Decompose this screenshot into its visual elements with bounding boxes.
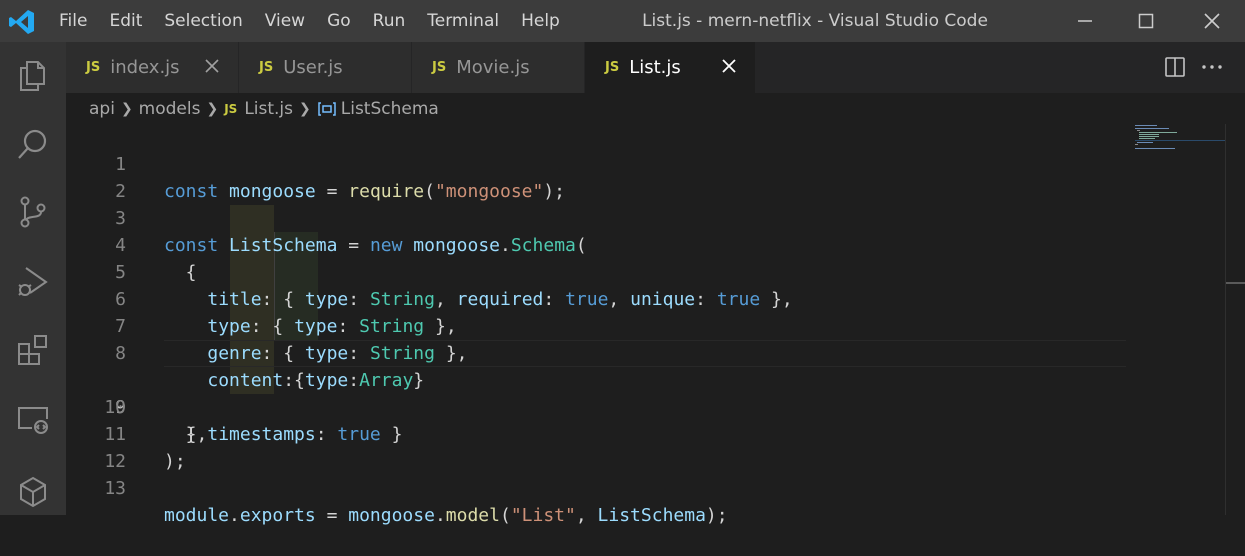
tab-label: User.js [283,57,343,78]
remote-explorer-button[interactable] [0,390,66,450]
search-icon [18,129,47,159]
docker-button[interactable] [0,462,66,522]
editor-tabs: JS index.js JS User.js JS Movie.js JS Li… [66,42,1245,93]
minimize-icon [1078,20,1092,22]
title-bar: File Edit Selection View Go Run Terminal… [0,0,1245,42]
tab-movie-js[interactable]: JS Movie.js [412,42,585,93]
close-window-button[interactable] [1182,0,1242,42]
activity-bar [0,42,66,515]
menu-go[interactable]: Go [316,11,362,31]
extensions-icon [18,335,47,365]
tab-user-js[interactable]: JS User.js [239,42,412,93]
menu-edit[interactable]: Edit [98,11,153,31]
code-line: 5 title: { type: String, required: true,… [115,262,793,310]
js-file-icon: JS [605,60,620,75]
menu-view[interactable]: View [254,11,316,31]
js-file-icon: JS [224,102,238,116]
split-editor-icon [1165,57,1185,77]
chevron-right-icon: ❯ [120,101,133,117]
code-line: 7 genre: { type: String }, [115,316,468,364]
vertical-scrollbar[interactable] [1225,124,1245,515]
code-line: 12 [104,451,126,472]
split-editor-button[interactable] [1165,57,1185,81]
chevron-right-icon: ❯ [299,101,311,117]
menu-file[interactable]: File [48,11,98,31]
search-button[interactable] [0,114,66,174]
menu-bar: File Edit Selection View Go Run Terminal… [48,0,571,42]
more-actions-icon [1202,65,1222,69]
js-file-icon: JS [259,60,274,75]
code-line: 1 const mongoose = require("mongoose"); [115,154,566,202]
explorer-button[interactable] [0,46,66,106]
tab-close-button[interactable] [717,54,741,78]
close-icon [205,59,219,73]
variable-symbol-icon [318,102,336,116]
menu-run[interactable]: Run [362,11,417,31]
code-line: 2 [115,181,126,202]
maximize-button[interactable] [1116,0,1176,42]
scrollbar-cursor-marker [1226,282,1245,284]
editor-actions [1155,42,1245,93]
js-file-icon: JS [432,60,447,75]
tab-list-js[interactable]: JS List.js [585,42,756,93]
code-line: 8 content:{type:Array} [115,343,425,391]
breadcrumb-file[interactable]: List.js [244,99,293,119]
run-debug-icon [18,267,48,296]
breadcrumb-folder-models[interactable]: models [139,99,201,119]
close-icon [1204,13,1220,29]
menu-selection[interactable]: Selection [153,11,253,31]
breadcrumb-symbol[interactable]: ListSchema [341,99,439,119]
code-line: 10 { timestamps: true } [104,397,403,445]
breadcrumb-folder-api[interactable]: api [89,99,115,119]
maximize-icon [1138,13,1154,29]
chevron-right-icon: ❯ [206,101,219,117]
run-debug-button[interactable] [0,252,66,312]
remote-explorer-icon [18,407,48,434]
docker-icon [20,476,46,508]
code-line: 3 const ListSchema = new mongoose.Schema… [115,208,587,256]
vscode-logo-icon [9,10,34,34]
source-control-button[interactable] [0,182,66,242]
tab-label: index.js [110,57,180,78]
code-editor[interactable]: 1 const mongoose = require("mongoose"); … [66,124,1225,526]
code-line: 4 { [115,235,197,283]
tab-label: List.js [629,57,681,78]
tab-label: Movie.js [456,57,530,78]
minimize-button[interactable] [1055,0,1115,42]
more-actions-button[interactable] [1201,57,1223,81]
code-line-current: 9 }, [66,340,1225,445]
tab-index-js[interactable]: JS index.js [66,42,239,93]
close-icon [722,59,736,73]
current-line-highlight [164,340,1126,367]
minimap[interactable] [1135,124,1225,154]
code-line: 11 ); [104,424,186,472]
breadcrumb: api ❯ models ❯ JS List.js ❯ ListSchema [89,96,439,122]
code-line: 13 module.exports = mongoose.model("List… [104,478,728,526]
menu-help[interactable]: Help [510,11,571,31]
source-control-icon [20,196,46,228]
tab-close-button[interactable] [200,54,224,78]
menu-terminal[interactable]: Terminal [416,11,510,31]
code-line: 6 type: { type: String }, [115,289,457,337]
explorer-icon [20,61,45,91]
extensions-button[interactable] [0,320,66,380]
js-file-icon: JS [86,60,101,75]
